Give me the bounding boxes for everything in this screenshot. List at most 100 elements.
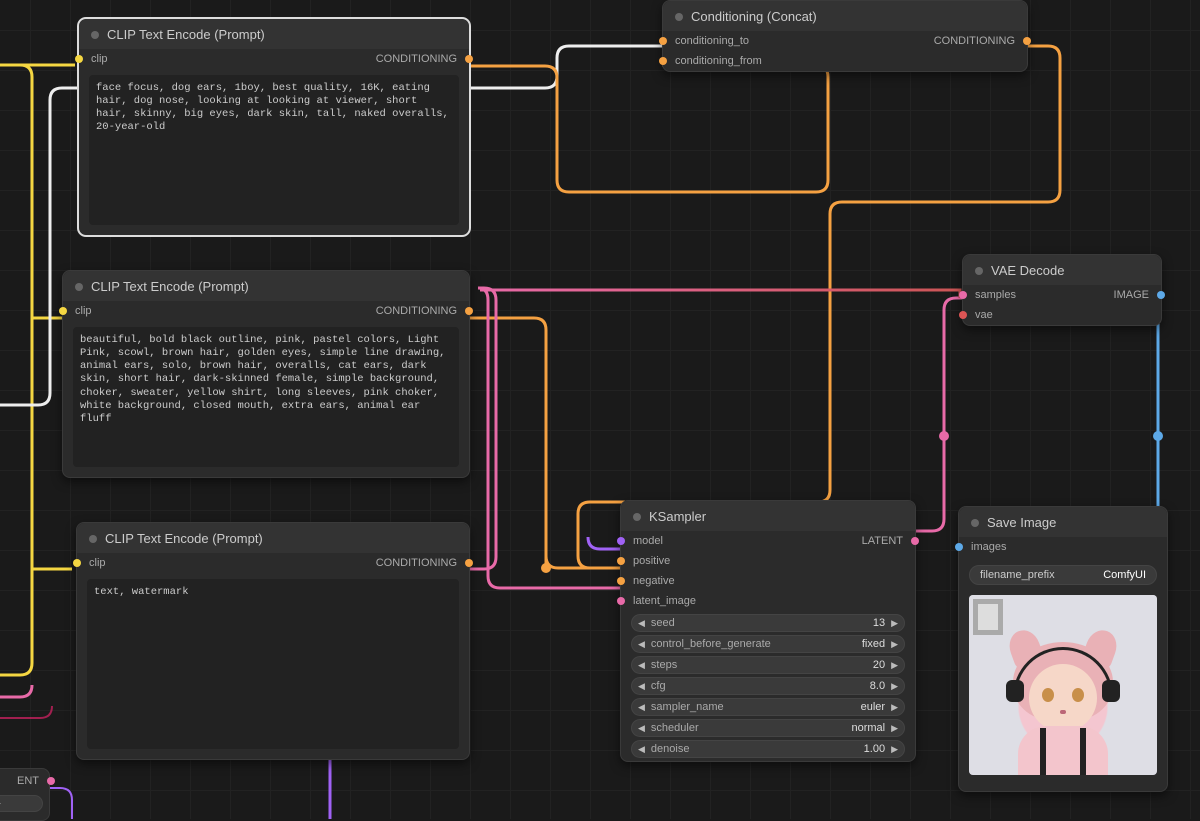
output-label: CONDITIONING — [376, 557, 457, 569]
node-header[interactable]: CLIP Text Encode (Prompt) — [79, 19, 469, 49]
output-label: CONDITIONING — [934, 35, 1015, 47]
output-image-preview[interactable] — [969, 595, 1157, 775]
output-port-conditioning[interactable] — [465, 559, 473, 567]
input-label: vae — [975, 309, 993, 321]
input-label: model — [633, 535, 663, 547]
node-title: Save Image — [987, 515, 1056, 530]
collapse-dot-icon[interactable] — [89, 535, 97, 543]
input-port-clip[interactable] — [73, 559, 81, 567]
param-steps[interactable]: ◀ steps20 ▶ — [631, 656, 905, 674]
param-value: 13 — [873, 617, 885, 629]
output-port-conditioning[interactable] — [1023, 37, 1031, 45]
collapse-dot-icon[interactable] — [971, 519, 979, 527]
param-name: cfg — [651, 680, 870, 692]
param-name: scheduler — [651, 722, 852, 734]
input-label: clip — [75, 305, 92, 317]
chevron-right-icon[interactable]: ▶ — [891, 660, 898, 671]
node-title: CLIP Text Encode (Prompt) — [107, 27, 265, 42]
chevron-left-icon[interactable]: ◀ — [638, 723, 645, 734]
chevron-right-icon[interactable]: ▶ — [891, 744, 898, 755]
node-header[interactable]: KSampler — [621, 501, 915, 531]
input-label: positive — [633, 555, 670, 567]
filename-prefix-field[interactable]: filename_prefix ComfyUI — [969, 565, 1157, 585]
chevron-right-icon: ▶ — [0, 798, 1, 809]
param-value: ComfyUI — [1103, 569, 1146, 581]
input-label: latent_image — [633, 595, 696, 607]
node-vae-decode[interactable]: VAE Decode samples IMAGE vae — [962, 254, 1162, 326]
input-port-negative[interactable] — [617, 577, 625, 585]
prompt-textarea[interactable]: beautiful, bold black outline, pink, pas… — [73, 327, 459, 467]
chevron-right-icon[interactable]: ▶ — [891, 702, 898, 713]
input-label: clip — [91, 53, 108, 65]
param-denoise[interactable]: ◀denoise1.00▶ — [631, 740, 905, 758]
param-name: control_before_generate — [651, 638, 862, 650]
param-row[interactable]: ▶ — [0, 795, 43, 812]
output-port-conditioning[interactable] — [465, 307, 473, 315]
input-port-conditioning-to[interactable] — [659, 37, 667, 45]
input-label: conditioning_to — [675, 35, 749, 47]
prompt-textarea[interactable]: text, watermark — [87, 579, 459, 749]
param-name: steps — [651, 659, 873, 671]
node-clip-text-encode-1[interactable]: CLIP Text Encode (Prompt) clip CONDITION… — [78, 18, 470, 236]
input-label: images — [971, 541, 1006, 553]
collapse-dot-icon[interactable] — [75, 283, 83, 291]
node-title: KSampler — [649, 509, 706, 524]
input-port-clip[interactable] — [75, 55, 83, 63]
param-value: 1.00 — [864, 743, 885, 755]
param-scheduler[interactable]: ◀schedulernormal▶ — [631, 719, 905, 737]
collapse-dot-icon[interactable] — [91, 31, 99, 39]
node-header[interactable]: VAE Decode — [963, 255, 1161, 285]
node-partial-latent[interactable]: ENT ▶ — [0, 768, 50, 821]
chevron-left-icon[interactable]: ◀ — [638, 744, 645, 755]
chevron-left-icon[interactable]: ◀ — [638, 681, 645, 692]
collapse-dot-icon[interactable] — [675, 13, 683, 21]
output-port-latent[interactable] — [47, 777, 55, 785]
node-header[interactable]: Conditioning (Concat) — [663, 1, 1027, 31]
chevron-left-icon[interactable]: ◀ — [638, 618, 645, 629]
param-control_before_generate[interactable]: ◀ control_before_generatefixed ▶ — [631, 635, 905, 653]
input-port-model[interactable] — [617, 537, 625, 545]
node-clip-text-encode-2[interactable]: CLIP Text Encode (Prompt) clip CONDITION… — [62, 270, 470, 478]
node-conditioning-concat[interactable]: Conditioning (Concat) conditioning_to CO… — [662, 0, 1028, 72]
input-port-images[interactable] — [955, 543, 963, 551]
output-label: CONDITIONING — [376, 305, 457, 317]
param-sampler_name[interactable]: ◀sampler_nameeuler▶ — [631, 698, 905, 716]
param-value: fixed — [862, 638, 885, 650]
node-header[interactable]: Save Image — [959, 507, 1167, 537]
param-name: filename_prefix — [980, 569, 1055, 581]
chevron-left-icon[interactable]: ◀ — [638, 639, 645, 650]
output-port-latent[interactable] — [911, 537, 919, 545]
chevron-right-icon[interactable]: ▶ — [891, 639, 898, 650]
node-ksampler[interactable]: KSampler model LATENT positive negative … — [620, 500, 916, 762]
output-port-conditioning[interactable] — [465, 55, 473, 63]
param-name: sampler_name — [651, 701, 861, 713]
chevron-left-icon[interactable]: ◀ — [638, 660, 645, 671]
chevron-right-icon[interactable]: ▶ — [891, 723, 898, 734]
node-clip-text-encode-3[interactable]: CLIP Text Encode (Prompt) clip CONDITION… — [76, 522, 470, 760]
node-save-image[interactable]: Save Image images filename_prefix ComfyU… — [958, 506, 1168, 792]
chevron-left-icon[interactable]: ◀ — [638, 702, 645, 713]
output-label: CONDITIONING — [376, 53, 457, 65]
param-seed[interactable]: ◀ seed13 ▶ — [631, 614, 905, 632]
param-name: seed — [651, 617, 873, 629]
input-port-vae[interactable] — [959, 311, 967, 319]
param-value: 20 — [873, 659, 885, 671]
input-label: negative — [633, 575, 675, 587]
param-cfg[interactable]: ◀ cfg8.0 ▶ — [631, 677, 905, 695]
output-label: IMAGE — [1114, 289, 1149, 301]
input-label: samples — [975, 289, 1016, 301]
output-port-image[interactable] — [1157, 291, 1165, 299]
collapse-dot-icon[interactable] — [975, 267, 983, 275]
chevron-right-icon[interactable]: ▶ — [891, 681, 898, 692]
input-port-latent-image[interactable] — [617, 597, 625, 605]
prompt-textarea[interactable]: face focus, dog ears, 1boy, best quality… — [89, 75, 459, 225]
input-port-samples[interactable] — [959, 291, 967, 299]
param-value: 8.0 — [870, 680, 885, 692]
input-port-positive[interactable] — [617, 557, 625, 565]
node-header[interactable]: CLIP Text Encode (Prompt) — [77, 523, 469, 553]
chevron-right-icon[interactable]: ▶ — [891, 618, 898, 629]
input-port-clip[interactable] — [59, 307, 67, 315]
node-header[interactable]: CLIP Text Encode (Prompt) — [63, 271, 469, 301]
collapse-dot-icon[interactable] — [633, 513, 641, 521]
input-port-conditioning-from[interactable] — [659, 57, 667, 65]
